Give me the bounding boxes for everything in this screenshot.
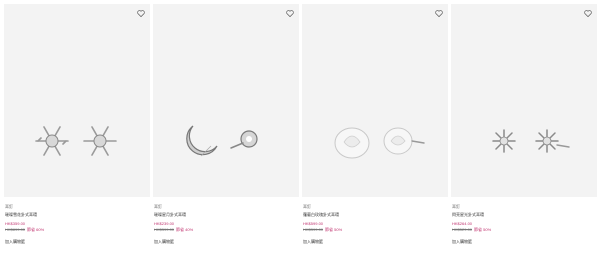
original-price: HK$399.00 [303,227,324,232]
product-card[interactable]: 耳釘 閃亮星光針式耳環 HK$264.00 HK$529.00 節省 50% 加入… [451,4,597,259]
original-price: HK$529.00 [452,227,473,232]
moon-star-earrings-icon [186,125,258,157]
product-image[interactable] [302,4,448,197]
product-image[interactable] [153,4,299,197]
product-name[interactable]: 蘿蔔白玫瑰針式耳環 [303,212,448,217]
discount-badge: 節省 50% [474,227,492,232]
product-grid: 耳釘 璀璨雪花針式耳環 HK$359.00 HK$899.00 節省 60% 加入… [0,0,600,263]
original-price-row: HK$529.00 節省 50% [452,227,597,232]
product-card[interactable]: 耳釘 璀璨雪花針式耳環 HK$359.00 HK$899.00 節省 60% 加入… [4,4,150,259]
add-to-cart-button[interactable]: 加入購物籃 [303,239,448,244]
star-earrings-icon [492,129,570,153]
product-name[interactable]: 璀璨星月針式耳環 [154,212,299,217]
heart-outline-icon[interactable] [136,8,146,18]
product-category: 耳釘 [5,204,13,209]
original-price-row: HK$399.00 節省 50% [303,227,448,232]
product-image[interactable] [4,4,150,197]
discount-badge: 節省 60% [27,227,45,232]
product-category: 耳釘 [303,204,311,209]
product-category: 耳釘 [452,204,460,209]
heart-outline-icon[interactable] [434,8,444,18]
original-price-row: HK$899.00 節省 60% [5,227,150,232]
heart-outline-icon[interactable] [583,8,593,18]
product-card[interactable]: 耳釘 蘿蔔白玫瑰針式耳環 HK$599.00 HK$399.00 節省 50% 加… [302,4,448,259]
discount-badge: 節省 50% [325,227,343,232]
add-to-cart-button[interactable]: 加入購物籃 [5,239,150,244]
product-card[interactable]: 耳釘 璀璨星月針式耳環 HK$239.00 HK$399.00 節省 40% 加入… [153,4,299,259]
original-price-row: HK$399.00 節省 40% [154,227,299,232]
original-price: HK$899.00 [5,227,26,232]
add-to-cart-button[interactable]: 加入購物籃 [154,239,299,244]
add-to-cart-button[interactable]: 加入購物籃 [452,239,597,244]
sale-price: HK$359.00 [5,221,26,226]
sale-price: HK$239.00 [154,221,175,226]
original-price: HK$399.00 [154,227,175,232]
discount-badge: 節省 40% [176,227,194,232]
sale-price: HK$599.00 [303,221,324,226]
product-name[interactable]: 閃亮星光針式耳環 [452,212,597,217]
rose-earrings-icon [334,127,425,159]
snowflake-earrings-icon [35,126,117,156]
product-category: 耳釘 [154,204,162,209]
product-name[interactable]: 璀璨雪花針式耳環 [5,212,150,217]
product-image[interactable] [451,4,597,197]
sale-price: HK$264.00 [452,221,473,226]
heart-outline-icon[interactable] [285,8,295,18]
